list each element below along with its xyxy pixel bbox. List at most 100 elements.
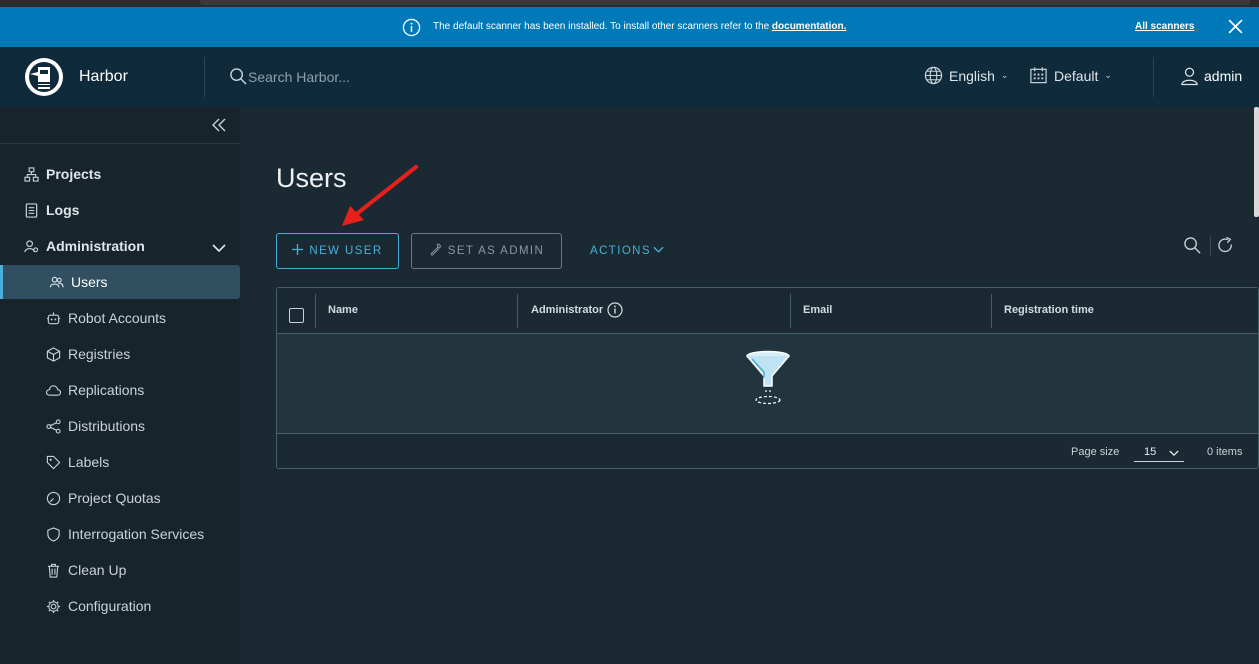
- search-input[interactable]: [248, 66, 548, 88]
- users-icon: [49, 275, 64, 290]
- refresh-icon[interactable]: [1216, 236, 1235, 260]
- all-scanners-link[interactable]: All scanners: [1135, 21, 1194, 32]
- sidebar-item-administration[interactable]: Administration: [0, 229, 240, 263]
- chevron-down-icon: ⌄: [1000, 70, 1009, 80]
- item-count: 0 items: [1207, 446, 1243, 458]
- language-label: English: [949, 67, 995, 84]
- search-icon: [229, 67, 248, 91]
- new-user-label: NEW USER: [309, 245, 383, 257]
- empty-filter-icon: [744, 350, 792, 411]
- user-menu[interactable]: admin: [1180, 66, 1242, 86]
- datagrid-footer: Page size 15 0 items: [277, 433, 1258, 468]
- datagrid-header: Name Administrator Email Registration ti…: [277, 288, 1258, 334]
- datagrid-empty-body: [277, 334, 1258, 433]
- column-name[interactable]: Name: [328, 304, 358, 316]
- users-datagrid: Name Administrator Email Registration ti…: [276, 287, 1259, 469]
- sidebar-item-label: Configuration: [68, 598, 152, 614]
- chevron-down-icon: [1169, 444, 1179, 462]
- toolbar-divider: [1210, 236, 1211, 256]
- banner-text: The default scanner has been installed. …: [433, 21, 770, 32]
- column-divider: [790, 294, 791, 328]
- sidebar-item-label: Interrogation Services: [68, 526, 205, 542]
- page-size-label: Page size: [1071, 446, 1120, 458]
- tag-icon: [46, 455, 61, 470]
- info-icon: [402, 18, 421, 40]
- gear-icon: [46, 599, 61, 614]
- sidebar-item-projects[interactable]: Projects: [0, 157, 240, 191]
- page-scrollbar[interactable]: [1254, 107, 1259, 217]
- share-icon: [46, 418, 61, 434]
- info-icon[interactable]: [607, 302, 623, 318]
- scanner-banner: The default scanner has been installed. …: [0, 7, 1259, 47]
- cube-icon: [46, 346, 61, 362]
- red-arrow-annotation: [330, 160, 430, 240]
- page-size-value: 15: [1144, 446, 1157, 458]
- banner-message: The default scanner has been installed. …: [433, 21, 846, 32]
- calendar-icon: [1030, 67, 1047, 84]
- actions-dropdown[interactable]: ACTIONS: [584, 233, 670, 269]
- sidebar-item-registries[interactable]: Registries: [0, 337, 240, 371]
- sidebar-item-replications[interactable]: Replications: [0, 373, 240, 407]
- header-divider: [1153, 57, 1154, 97]
- sidebar-item-label: Administration: [46, 238, 145, 254]
- column-administrator[interactable]: Administrator: [531, 302, 623, 318]
- sidebar: Projects Logs Administration Users Robot…: [0, 107, 240, 664]
- username: admin: [1204, 68, 1243, 84]
- column-divider: [991, 294, 992, 328]
- sidebar-item-label: Logs: [46, 202, 80, 218]
- documentation-link[interactable]: documentation.: [772, 21, 846, 32]
- sidebar-item-robot-accounts[interactable]: Robot Accounts: [0, 301, 240, 335]
- sidebar-item-logs[interactable]: Logs: [0, 193, 240, 227]
- theme-selector[interactable]: Default ⌄: [1029, 66, 1112, 85]
- sidebar-item-label: Registries: [68, 346, 131, 362]
- sidebar-item-label: Replications: [68, 382, 145, 398]
- sidebar-item-distributions[interactable]: Distributions: [0, 409, 240, 443]
- globe-icon: [924, 66, 943, 85]
- chevron-down-icon: [653, 245, 664, 257]
- sidebar-item-interrogation-services[interactable]: Interrogation Services: [0, 517, 240, 551]
- sidebar-collapse-bar: [0, 107, 240, 144]
- cloud-icon: [46, 383, 61, 398]
- sidebar-item-label: Users: [71, 274, 108, 290]
- sidebar-item-project-quotas[interactable]: Project Quotas: [0, 481, 240, 515]
- collapse-sidebar-icon[interactable]: [211, 117, 227, 138]
- sidebar-item-label: Distributions: [68, 418, 146, 434]
- column-email[interactable]: Email: [803, 304, 832, 316]
- trash-icon: [46, 563, 61, 578]
- sidebar-item-configuration[interactable]: Configuration: [0, 589, 240, 623]
- wrench-icon: [429, 243, 442, 259]
- brand-name[interactable]: Harbor: [79, 68, 128, 86]
- sidebar-item-label: Robot Accounts: [68, 310, 167, 326]
- plus-icon: [292, 244, 304, 258]
- app-header: Harbor English ⌄ Default ⌄ admin: [0, 47, 1259, 107]
- chevron-down-icon: ⌄: [1104, 70, 1112, 80]
- set-as-admin-label: SET AS ADMIN: [447, 245, 545, 257]
- column-administrator-label: Administrator: [531, 304, 604, 316]
- browser-top-strip: [0, 0, 1259, 7]
- theme-label: Default: [1054, 67, 1099, 84]
- close-icon[interactable]: [1227, 18, 1244, 38]
- grid-search-icon[interactable]: [1183, 236, 1202, 260]
- sidebar-item-label: Projects: [46, 166, 102, 182]
- actions-label: ACTIONS: [590, 245, 651, 257]
- browser-tab: [200, 0, 1250, 5]
- sidebar-item-label: Clean Up: [68, 562, 127, 578]
- column-divider: [315, 294, 316, 328]
- user-icon: [1181, 67, 1198, 86]
- shield-icon: [46, 526, 61, 542]
- administration-icon: [24, 239, 39, 254]
- sidebar-item-labels[interactable]: Labels: [0, 445, 240, 479]
- select-all-checkbox[interactable]: [289, 308, 304, 323]
- sidebar-item-clean-up[interactable]: Clean Up: [0, 553, 240, 587]
- harbor-logo-icon[interactable]: [24, 57, 64, 102]
- set-as-admin-button[interactable]: SET AS ADMIN: [411, 233, 562, 269]
- projects-icon: [24, 166, 39, 182]
- sidebar-item-label: Labels: [68, 454, 110, 470]
- sidebar-item-users[interactable]: Users: [0, 265, 240, 299]
- logs-icon: [24, 202, 39, 218]
- column-divider: [517, 294, 518, 328]
- robot-icon: [46, 311, 61, 326]
- column-registration-time[interactable]: Registration time: [1004, 304, 1094, 316]
- language-selector[interactable]: English ⌄: [924, 66, 1008, 85]
- gauge-icon: [46, 491, 61, 506]
